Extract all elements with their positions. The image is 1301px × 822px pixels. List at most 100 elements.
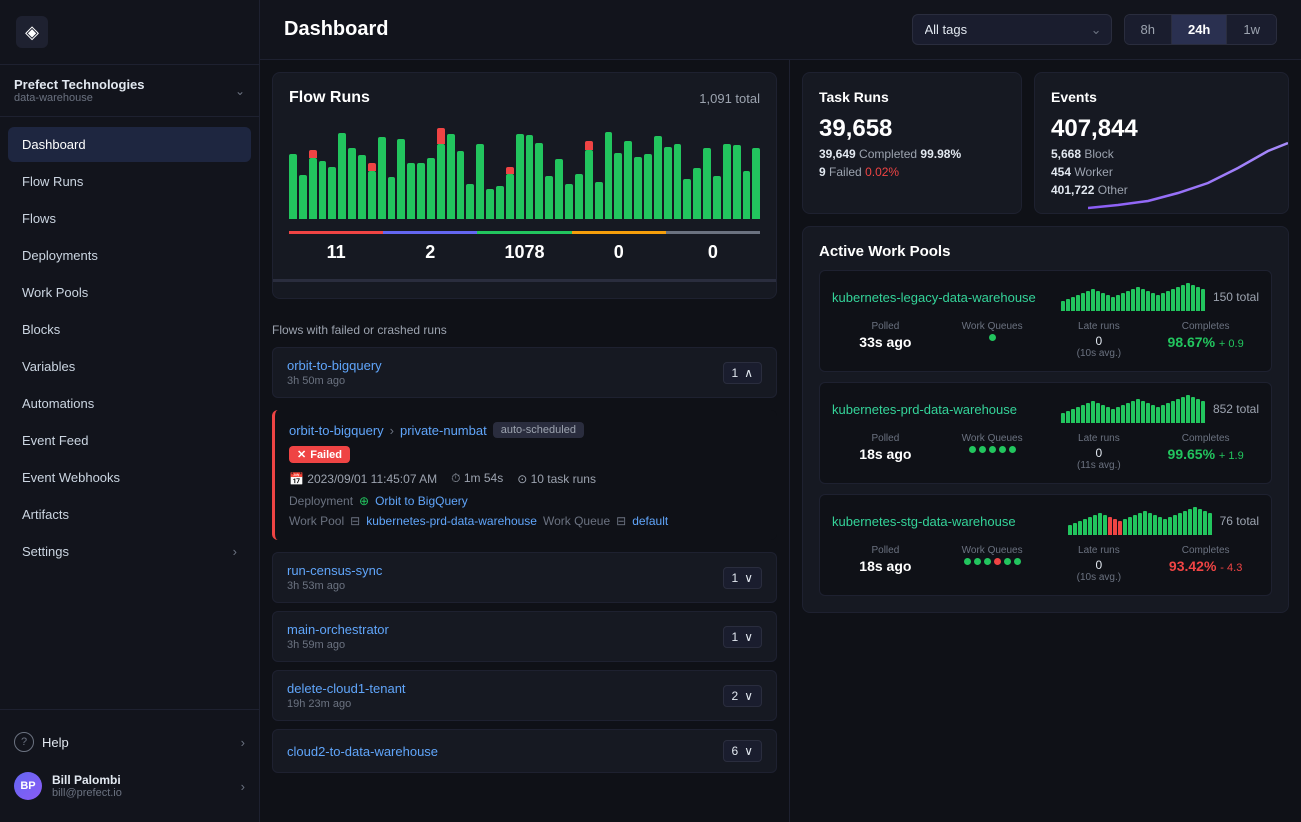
- bar-group: [545, 119, 553, 219]
- pool-name-link[interactable]: kubernetes-stg-data-warehouse: [832, 514, 1016, 529]
- bar-completed: [683, 179, 691, 219]
- time-range-selector: 8h 24h 1w: [1124, 14, 1278, 45]
- sidebar-item-deployments[interactable]: Deployments: [8, 238, 251, 273]
- bar-group: [417, 119, 425, 219]
- bar-completed: [674, 144, 682, 219]
- status-pending[interactable]: 2: [383, 231, 477, 271]
- bar-completed: [535, 143, 543, 219]
- deployment-link[interactable]: Orbit to BigQuery: [375, 494, 468, 508]
- queue-dot: [1009, 446, 1016, 453]
- pending-count: 2: [383, 242, 477, 263]
- sidebar-item-settings[interactable]: Settings ›: [8, 534, 251, 569]
- status-other[interactable]: 0: [666, 231, 760, 271]
- bar-completed: [447, 134, 455, 219]
- pool-bar: [1131, 401, 1135, 423]
- help-item[interactable]: ? Help ›: [0, 722, 259, 762]
- user-profile[interactable]: BP Bill Palombi bill@prefect.io ›: [0, 762, 259, 810]
- pool-bar: [1198, 509, 1202, 535]
- bar-group: [743, 119, 751, 219]
- flow-name-link[interactable]: delete-cloud1-tenant: [287, 681, 406, 696]
- flow-badge[interactable]: 1 ∨: [723, 567, 762, 589]
- bar-completed: [565, 184, 573, 219]
- pool-bar: [1193, 507, 1197, 535]
- time-btn-24h[interactable]: 24h: [1172, 15, 1227, 44]
- pool-bar: [1081, 405, 1085, 423]
- run-meta: 📅 2023/09/01 11:45:07 AM ⏱ 1m 54s ⊙ 10 t…: [289, 471, 763, 486]
- pool-bar: [1076, 295, 1080, 311]
- run-flow-link[interactable]: orbit-to-bigquery: [289, 423, 384, 438]
- bar-group: [328, 119, 336, 219]
- flow-item-header: main-orchestrator 3h 59m ago 1 ∨: [287, 622, 762, 651]
- sidebar-item-work-pools[interactable]: Work Pools: [8, 275, 251, 310]
- flow-name-link[interactable]: run-census-sync: [287, 563, 382, 578]
- pool-bar: [1108, 517, 1112, 535]
- flow-name-link[interactable]: orbit-to-bigquery: [287, 358, 382, 373]
- flow-name-link[interactable]: cloud2-to-data-warehouse: [287, 744, 438, 759]
- sidebar-item-flow-runs[interactable]: Flow Runs: [8, 164, 251, 199]
- pool-stat-queues: Work Queues: [939, 545, 1046, 583]
- pool-bar: [1171, 401, 1175, 423]
- sidebar-item-blocks[interactable]: Blocks: [8, 312, 251, 347]
- time-btn-8h[interactable]: 8h: [1125, 15, 1172, 44]
- pool-bar: [1151, 405, 1155, 423]
- bar-group: [674, 119, 682, 219]
- flow-runs-card: Flow Runs 1,091 total 11 2 1078: [272, 72, 777, 299]
- run-detail-title: orbit-to-bigquery › private-numbat auto-…: [289, 422, 763, 438]
- flow-badge[interactable]: 1 ∨: [723, 626, 762, 648]
- queue-dot: [1014, 558, 1021, 565]
- flow-time: 19h 23m ago: [287, 698, 406, 710]
- pool-stat-polled: Polled 18s ago: [832, 433, 939, 471]
- pool-bar: [1191, 397, 1195, 423]
- flow-badge[interactable]: 6 ∨: [723, 740, 762, 762]
- bar-completed: [338, 133, 346, 219]
- workspace-name: Prefect Technologies: [14, 77, 145, 92]
- queue-link[interactable]: default: [632, 514, 668, 528]
- pool-bar: [1068, 525, 1072, 535]
- sidebar-item-variables[interactable]: Variables: [8, 349, 251, 384]
- stats-row: Task Runs 39,658 39,649 Completed 99.98%…: [802, 72, 1289, 214]
- pool-bar: [1163, 519, 1167, 535]
- pool-bar: [1196, 399, 1200, 423]
- pool-bar: [1076, 407, 1080, 423]
- pool-name-link[interactable]: kubernetes-legacy-data-warehouse: [832, 290, 1036, 305]
- flow-badge[interactable]: 1 ∧: [723, 362, 762, 384]
- status-scheduled[interactable]: 0: [572, 231, 666, 271]
- pool-bar: [1171, 289, 1175, 311]
- app-logo: ◈: [16, 16, 48, 48]
- bar-failed: [368, 163, 376, 171]
- sidebar-item-dashboard[interactable]: Dashboard: [8, 127, 251, 162]
- tags-select[interactable]: All tags: [912, 14, 1112, 45]
- bar-completed: [496, 186, 504, 219]
- queue-icon: ⊟: [616, 514, 626, 528]
- pool-link[interactable]: kubernetes-prd-data-warehouse: [366, 514, 537, 528]
- queue-dot: [979, 446, 986, 453]
- pool-name-link[interactable]: kubernetes-prd-data-warehouse: [832, 402, 1017, 417]
- run-name-link[interactable]: private-numbat: [400, 423, 487, 438]
- sidebar-item-event-webhooks[interactable]: Event Webhooks: [8, 460, 251, 495]
- pool-bar: [1101, 293, 1105, 311]
- sidebar-item-event-feed[interactable]: Event Feed: [8, 423, 251, 458]
- flow-badge[interactable]: 2 ∨: [723, 685, 762, 707]
- chevron-down-icon: ∨: [744, 571, 753, 585]
- status-failed[interactable]: 11: [289, 231, 383, 271]
- bar-completed: [407, 163, 415, 219]
- scheduled-count: 0: [572, 242, 666, 263]
- sidebar-item-artifacts[interactable]: Artifacts: [8, 497, 251, 532]
- status-underline: [273, 279, 776, 282]
- bar-completed: [654, 136, 662, 219]
- pool-card: kubernetes-prd-data-warehouse 852 total …: [819, 382, 1272, 484]
- sidebar-item-automations[interactable]: Automations: [8, 386, 251, 421]
- bar-group: [466, 119, 474, 219]
- pool-bar: [1143, 511, 1147, 535]
- workspace-selector[interactable]: Prefect Technologies data-warehouse ⌄: [0, 65, 259, 117]
- flow-time: 3h 50m ago: [287, 375, 382, 387]
- bar-group: [733, 119, 741, 219]
- status-completed[interactable]: 1078: [477, 231, 571, 271]
- sidebar-item-flows[interactable]: Flows: [8, 201, 251, 236]
- flow-name-link[interactable]: main-orchestrator: [287, 622, 389, 637]
- bar-group: [605, 119, 613, 219]
- time-btn-1w[interactable]: 1w: [1227, 15, 1276, 44]
- bar-group: [427, 119, 435, 219]
- pool-bar: [1146, 291, 1150, 311]
- bar-completed: [644, 154, 652, 219]
